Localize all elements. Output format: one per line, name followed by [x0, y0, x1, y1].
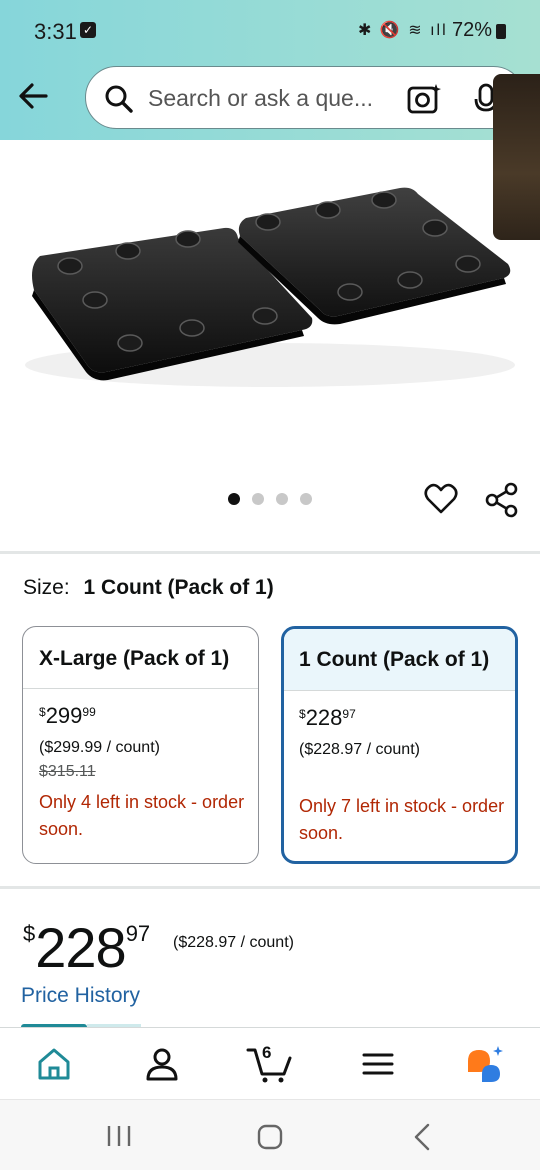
back-arrow-icon	[19, 83, 48, 109]
option-list-price: $315.11	[39, 763, 96, 780]
carousel-dot[interactable]	[252, 493, 264, 505]
search-input[interactable]: Search or ask a que...	[85, 66, 525, 129]
cart-count-badge: 6	[262, 1043, 272, 1062]
section-divider	[0, 886, 540, 889]
bottom-navigation	[0, 1027, 540, 1099]
option-unit-price: ($228.97 / count)	[299, 741, 420, 758]
nav-rufus-button[interactable]	[464, 1044, 508, 1084]
main-price-whole: 228	[35, 916, 126, 979]
share-icon[interactable]	[484, 482, 520, 518]
back-button[interactable]	[14, 76, 54, 116]
option-unit-price: ($299.99 / count)	[39, 739, 160, 756]
menu-icon	[362, 1053, 394, 1075]
carousel-dot[interactable]	[276, 493, 288, 505]
system-navigation-bar	[0, 1099, 540, 1170]
home-system-icon[interactable]	[256, 1124, 284, 1150]
recent-apps-icon[interactable]	[106, 1124, 132, 1148]
status-time: 3:31	[34, 19, 77, 44]
nav-menu-button[interactable]	[356, 1044, 400, 1084]
nav-home-button[interactable]	[32, 1044, 76, 1084]
carousel-dot[interactable]	[228, 493, 240, 505]
home-icon	[38, 1048, 70, 1080]
price-currency: $	[39, 705, 46, 719]
option-name: X-Large (Pack of 1)	[23, 627, 258, 689]
product-photo-seat-cushion	[25, 187, 515, 387]
price-whole: 299	[45, 703, 83, 728]
option-stock-warning: Only 4 left in stock - order soon.	[39, 792, 245, 839]
size-selected-value: 1 Count (Pack of 1)	[83, 576, 274, 599]
status-bar: 3:31 ✓ ✱ 🔇 ≋ ıll 72%	[0, 0, 540, 60]
account-icon	[146, 1048, 178, 1081]
option-price: $22897	[299, 705, 515, 737]
size-selector-label: Size: 1 Count (Pack of 1)	[23, 576, 274, 600]
search-icon	[105, 85, 133, 113]
back-system-icon[interactable]	[410, 1123, 434, 1151]
size-label: Size:	[23, 576, 70, 599]
search-placeholder: Search or ask a que...	[148, 85, 374, 111]
main-price-fraction: 97	[125, 921, 151, 946]
image-carousel-dots[interactable]	[228, 493, 312, 505]
option-name: 1 Count (Pack of 1)	[284, 629, 515, 691]
notification-check-icon: ✓	[80, 22, 96, 38]
carousel-dot[interactable]	[300, 493, 312, 505]
app-header: 3:31 ✓ ✱ 🔇 ≋ ıll 72% Search or ask a que…	[0, 0, 540, 140]
price-history-link[interactable]: Price History	[21, 984, 140, 1008]
option-price: $29999	[39, 703, 258, 735]
price-currency: $	[299, 707, 306, 721]
price-fraction: 97	[342, 707, 356, 721]
product-image[interactable]	[0, 140, 540, 470]
nav-account-button[interactable]	[140, 1044, 184, 1084]
main-price: $22897	[23, 915, 150, 980]
main-price-currency: $	[23, 921, 36, 946]
main-unit-price: ($228.97 / count)	[173, 934, 294, 951]
size-option-xlarge[interactable]: X-Large (Pack of 1) $29999 ($299.99 / co…	[22, 626, 259, 864]
price-fraction: 99	[82, 705, 96, 719]
option-stock-warning: Only 7 left in stock - order soon.	[299, 796, 505, 843]
price-whole: 228	[305, 705, 343, 730]
battery-percent: 72%	[452, 19, 493, 41]
rufus-icon	[468, 1046, 503, 1082]
heart-icon[interactable]	[424, 482, 458, 516]
battery-icon	[496, 24, 506, 39]
section-divider	[0, 551, 540, 554]
size-option-1-count[interactable]: 1 Count (Pack of 1) $22897 ($228.97 / co…	[281, 626, 518, 864]
status-connectivity-icons: ✱ 🔇 ≋ ıll	[358, 22, 448, 39]
camera-search-icon[interactable]	[406, 82, 442, 116]
